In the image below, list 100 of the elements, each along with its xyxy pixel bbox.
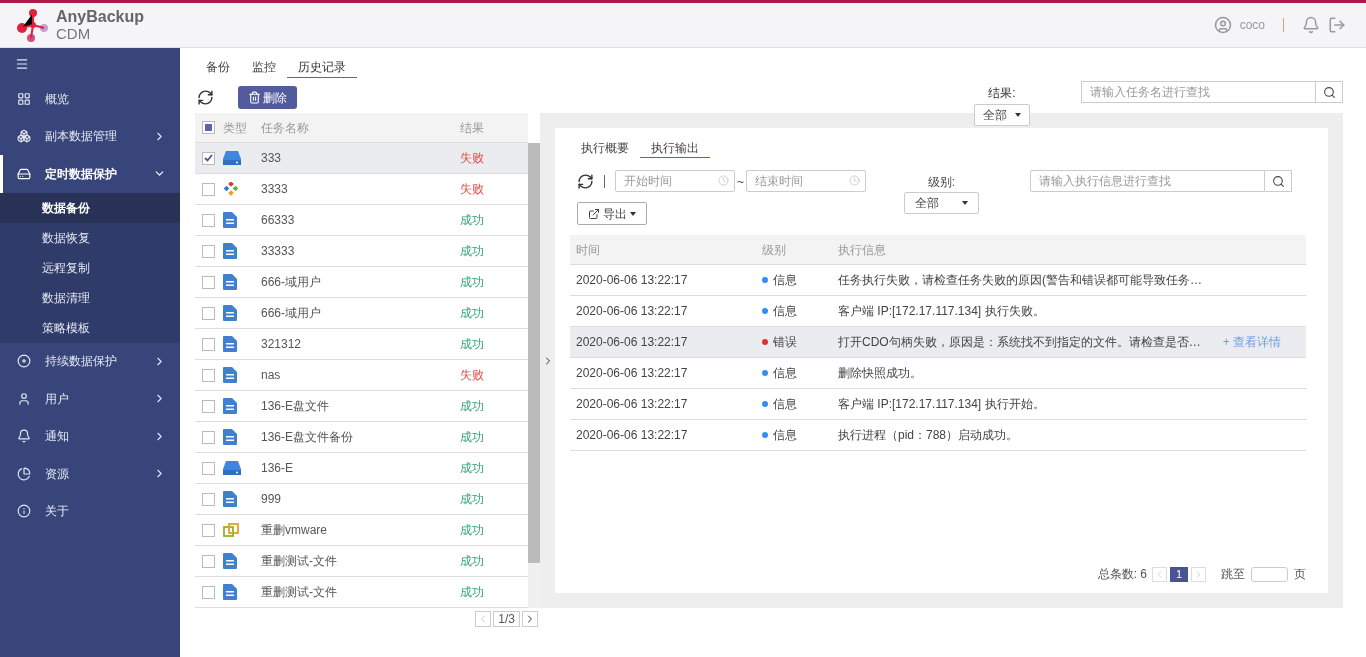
checkbox[interactable] bbox=[202, 399, 215, 413]
checkbox[interactable] bbox=[202, 182, 215, 196]
checkbox[interactable] bbox=[202, 523, 215, 537]
notification-icon[interactable] bbox=[1302, 16, 1320, 34]
next-page-button[interactable] bbox=[1191, 566, 1206, 582]
search-icon bbox=[1322, 85, 1336, 99]
search-button[interactable] bbox=[1265, 170, 1292, 192]
result-text: 成功 bbox=[460, 243, 484, 260]
log-message: 客户端 IP:[172.17.117.134] 执行失败。 bbox=[838, 303, 1045, 320]
log-time: 2020-06-06 13:22:17 bbox=[576, 427, 689, 444]
column-header: 结果 bbox=[460, 119, 484, 137]
tab[interactable]: 历史记录 bbox=[287, 56, 357, 78]
column-header: 时间 bbox=[576, 241, 601, 259]
sidebar-item[interactable]: 持续数据保护 bbox=[0, 342, 180, 380]
result-text: 失败 bbox=[460, 150, 484, 167]
user-icon[interactable] bbox=[1213, 16, 1232, 34]
tab[interactable]: 备份 bbox=[195, 56, 241, 78]
log-level: 信息 bbox=[773, 427, 797, 444]
checkbox[interactable] bbox=[202, 337, 215, 351]
sidebar-item[interactable]: 资源 bbox=[0, 455, 180, 493]
logout-icon[interactable] bbox=[1328, 16, 1346, 34]
result-text: 成功 bbox=[460, 584, 484, 601]
checkbox[interactable] bbox=[202, 554, 215, 568]
menu-icon[interactable] bbox=[15, 57, 29, 71]
result-text: 成功 bbox=[460, 336, 484, 353]
checkbox[interactable] bbox=[202, 461, 215, 475]
end-time-field[interactable]: 结束时间 bbox=[746, 170, 866, 192]
task-name: 重删测试-文件 bbox=[261, 584, 338, 601]
result-text: 成功 bbox=[460, 460, 484, 477]
next-page-button[interactable] bbox=[522, 611, 538, 627]
sidebar-item[interactable]: 副本数据管理 bbox=[0, 117, 180, 155]
table-row[interactable]: 333 失败 bbox=[195, 143, 528, 174]
page-input[interactable] bbox=[1251, 566, 1288, 582]
result-text: 成功 bbox=[460, 305, 484, 322]
log-row[interactable]: 2020-06-06 13:22:17 错误 打开CDO句柄失败，原因是：系统找不到指定的文件。请检查是否… + 查看详情 bbox=[570, 327, 1306, 358]
checkbox[interactable] bbox=[202, 275, 215, 289]
scrollbar[interactable] bbox=[528, 143, 540, 608]
checkbox[interactable] bbox=[202, 430, 215, 444]
total-count: 总条数: 6 bbox=[1097, 566, 1147, 583]
refresh-icon[interactable] bbox=[197, 89, 214, 106]
result-text: 成功 bbox=[460, 553, 484, 570]
submenu-item[interactable]: 策略模板 bbox=[0, 312, 180, 343]
log-level: 信息 bbox=[773, 396, 797, 413]
tab[interactable]: 执行输出 bbox=[640, 138, 710, 158]
nav-icon bbox=[17, 504, 31, 519]
clock-icon bbox=[718, 175, 729, 186]
start-time-field[interactable]: 开始时间 bbox=[615, 170, 735, 192]
level-dropdown[interactable]: 全部 bbox=[904, 192, 979, 214]
document-icon bbox=[223, 398, 237, 414]
jump-label: 跳至 bbox=[1221, 566, 1245, 583]
nav-icon bbox=[17, 391, 31, 406]
task-search-field[interactable]: 请输入任务名进行查找 bbox=[1081, 81, 1316, 103]
diamond-icon bbox=[223, 182, 239, 196]
checkbox[interactable] bbox=[202, 151, 215, 165]
sidebar-item[interactable]: 用户 bbox=[0, 380, 180, 418]
sidebar-item[interactable]: 通知 bbox=[0, 417, 180, 455]
trash-icon bbox=[248, 91, 261, 104]
submenu-item[interactable]: 远程复制 bbox=[0, 252, 180, 283]
submenu-item[interactable]: 数据清理 bbox=[0, 282, 180, 313]
result-label: 结果: bbox=[988, 85, 1016, 102]
checkbox[interactable] bbox=[202, 244, 215, 258]
task-name: 重删测试-文件 bbox=[261, 553, 338, 570]
log-level: 信息 bbox=[773, 365, 797, 382]
checkbox[interactable] bbox=[202, 213, 215, 227]
checkbox[interactable] bbox=[202, 368, 215, 382]
tab[interactable]: 监控 bbox=[241, 56, 287, 78]
previous-page-button[interactable] bbox=[1152, 566, 1167, 582]
task-name: 136-E bbox=[261, 460, 295, 477]
product-name: CDM bbox=[56, 25, 92, 42]
submenu-item[interactable]: 数据备份 bbox=[0, 192, 180, 223]
checkbox[interactable] bbox=[202, 492, 215, 506]
export-icon bbox=[588, 207, 600, 220]
result-dropdown[interactable]: 全部 bbox=[974, 104, 1030, 126]
tab[interactable]: 执行概要 bbox=[570, 138, 640, 158]
sidebar-item[interactable]: 概览 bbox=[0, 80, 180, 118]
column-header: 级别 bbox=[762, 241, 787, 259]
nav-icon bbox=[17, 354, 31, 369]
message-search-field[interactable]: 请输入执行信息进行查找 bbox=[1030, 170, 1265, 192]
export-button[interactable]: 导出 bbox=[577, 202, 647, 225]
log-time: 2020-06-06 13:22:17 bbox=[576, 365, 689, 382]
document-icon bbox=[223, 243, 237, 259]
log-message: 任务执行失败，请检查任务失败的原因(警告和错误都可能导致任务… bbox=[838, 272, 1202, 289]
nav-icon bbox=[17, 166, 31, 181]
task-name: 136-E盘文件备份 bbox=[261, 429, 355, 446]
submenu-item[interactable]: 数据恢复 bbox=[0, 222, 180, 253]
delete-button[interactable]: 删除 bbox=[238, 86, 297, 109]
task-name: 666-域用户 bbox=[261, 305, 323, 322]
checkbox[interactable] bbox=[202, 121, 215, 134]
nav-icon bbox=[17, 129, 31, 144]
current-page[interactable]: 1 bbox=[1170, 566, 1188, 582]
checkbox[interactable] bbox=[202, 585, 215, 599]
task-name: 3333 bbox=[261, 181, 289, 198]
nav-icon bbox=[17, 91, 31, 106]
checkbox[interactable] bbox=[202, 306, 215, 320]
refresh-icon[interactable] bbox=[577, 173, 594, 190]
search-button[interactable] bbox=[1316, 81, 1343, 103]
sidebar-item[interactable]: 关于 bbox=[0, 492, 180, 530]
level-label: 级别: bbox=[927, 174, 956, 191]
previous-page-button[interactable] bbox=[475, 611, 492, 627]
page-unit: 页 bbox=[1294, 566, 1306, 583]
